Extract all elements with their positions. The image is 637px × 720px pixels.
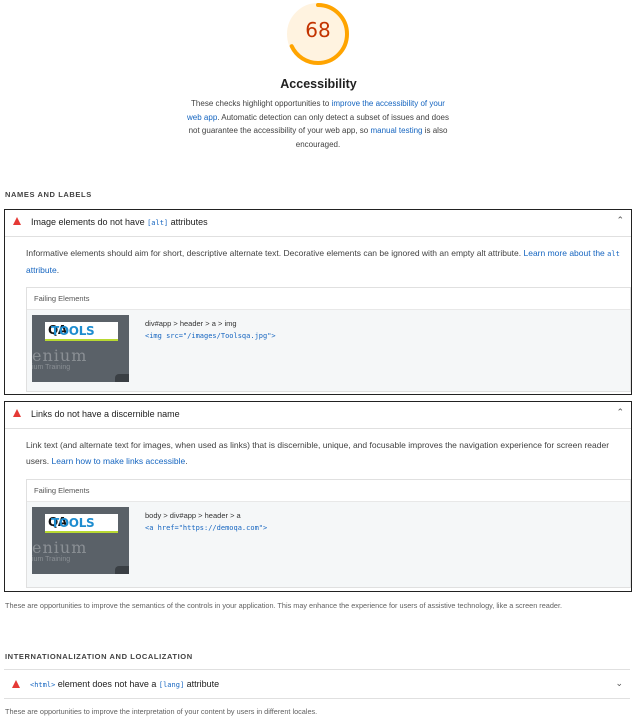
warning-icon (13, 409, 21, 417)
chevron-up-icon[interactable]: ⌃ (616, 215, 624, 226)
group-title-names-labels: NAMES AND LABELS (5, 190, 92, 199)
group-footnote-i18n: These are opportunities to improve the i… (5, 707, 318, 716)
audit-description: Informative elements should aim for shor… (26, 248, 620, 275)
group-title-i18n: INTERNATIONALIZATION AND LOCALIZATION (5, 652, 193, 661)
node-path: body > div#app > header > a (145, 511, 241, 520)
audit-html-lang[interactable]: <html> element does not have a [lang] at… (4, 669, 630, 699)
audit-image-alt: Image elements do not have [alt] attribu… (4, 209, 632, 395)
element-screenshot: TOOLS QA enium ium Training (32, 315, 129, 382)
toolsqa-logo: TOOLS QA (45, 514, 118, 533)
audit-header-link-name[interactable]: Links do not have a discernible name ⌃ (5, 402, 631, 428)
failing-elements-header: Failing Elements (27, 480, 630, 502)
audit-title: Links do not have a discernible name (31, 409, 180, 419)
category-title: Accessibility (280, 77, 357, 91)
failing-elements-table: Failing Elements TOOLS QA enium ium Train… (26, 287, 631, 392)
category-description: These checks highlight opportunities to … (187, 99, 449, 149)
audit-description: Link text (and alternate text for images… (26, 440, 610, 466)
audit-header-image-alt[interactable]: Image elements do not have [alt] attribu… (5, 210, 631, 236)
node-snippet[interactable]: <a href="https://demoqa.com"> (145, 524, 267, 532)
audit-title: <html> element does not have a [lang] at… (30, 679, 220, 689)
score-value: 68 (305, 18, 331, 42)
toolsqa-logo: TOOLS QA (45, 322, 118, 341)
failing-elements-header: Failing Elements (27, 288, 630, 310)
chevron-up-icon[interactable]: ⌃ (616, 407, 624, 418)
audit-link-name: Links do not have a discernible name ⌃ L… (4, 401, 632, 592)
element-screenshot: TOOLS QA enium ium Training (32, 507, 129, 574)
failing-elements-table: Failing Elements TOOLS QA enium ium Train… (26, 479, 631, 588)
audit-title: Image elements do not have [alt] attribu… (31, 217, 208, 227)
corner-badge (115, 374, 129, 382)
node-snippet[interactable]: <img src="/images/Toolsqa.jpg"> (145, 332, 276, 340)
warning-icon (12, 680, 20, 688)
chevron-down-icon[interactable]: ⌄ (615, 678, 623, 689)
corner-badge (115, 566, 129, 574)
group-footnote-names-labels: These are opportunities to improve the s… (5, 601, 563, 610)
learn-links-accessible-link[interactable]: Learn how to make links accessible (52, 456, 186, 466)
node-path: div#app > header > a > img (145, 319, 237, 328)
warning-icon (13, 217, 21, 225)
manual-testing-link[interactable]: manual testing (370, 126, 422, 135)
